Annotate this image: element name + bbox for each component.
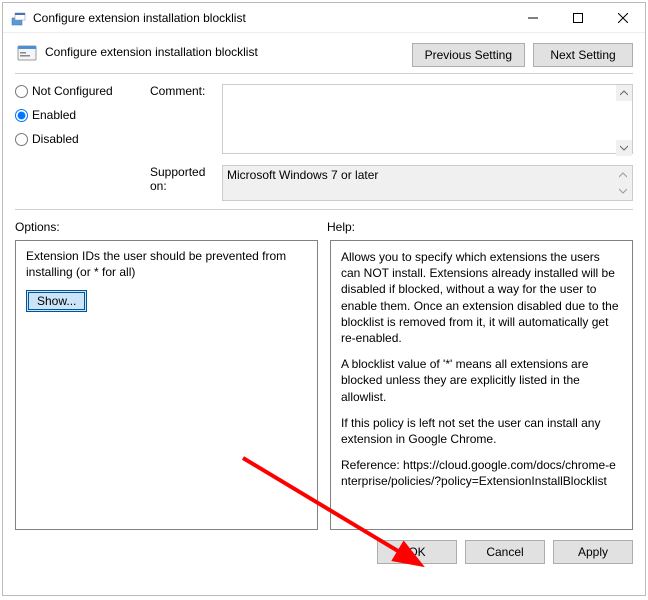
header-title: Configure extension installation blockli… [45,41,412,59]
comment-scroll-down[interactable] [616,140,632,156]
radio-not-configured[interactable]: Not Configured [15,84,150,98]
footer: OK Cancel Apply [3,530,645,564]
content-area: Configure extension installation blockli… [3,33,645,210]
separator-2 [15,209,633,210]
cancel-button[interactable]: Cancel [465,540,545,564]
window-title: Configure extension installation blockli… [33,11,510,25]
maximize-button[interactable] [555,3,600,33]
policy-icon [15,41,39,65]
help-label: Help: [327,220,355,234]
config-radios: Not Configured Enabled Disabled [15,84,150,146]
supported-scroll-up[interactable] [615,167,631,183]
radio-enabled-input[interactable] [15,109,28,122]
radio-not-configured-label: Not Configured [32,84,113,98]
dialog-window: Configure extension installation blockli… [2,2,646,596]
ok-button[interactable]: OK [377,540,457,564]
panel-labels: Options: Help: [15,220,633,234]
app-icon [11,10,27,26]
options-description: Extension IDs the user should be prevent… [26,249,307,280]
panels: Extension IDs the user should be prevent… [15,240,633,530]
supported-scroll-down[interactable] [615,183,631,199]
apply-button[interactable]: Apply [553,540,633,564]
config-row: Not Configured Enabled Disabled Comment: [15,84,633,157]
supported-label: Supported on: [150,165,222,193]
comment-scroll-up[interactable] [616,85,632,101]
supported-value-box: Microsoft Windows 7 or later [222,165,633,201]
comment-label: Comment: [150,84,222,98]
nav-buttons: Previous Setting Next Setting [412,41,633,67]
supported-row: Supported on: Microsoft Windows 7 or lat… [15,165,633,201]
help-p2: A blocklist value of '*' means all exten… [341,356,622,405]
window-controls [510,3,645,33]
close-button[interactable] [600,3,645,33]
show-button[interactable]: Show... [26,290,87,312]
header-row: Configure extension installation blockli… [15,41,633,67]
previous-setting-button[interactable]: Previous Setting [412,43,525,67]
help-p1: Allows you to specify which extensions t… [341,249,622,346]
titlebar: Configure extension installation blockli… [3,3,645,33]
radio-enabled-label: Enabled [32,108,76,122]
help-panel: Allows you to specify which extensions t… [330,240,633,530]
radio-disabled[interactable]: Disabled [15,132,150,146]
options-panel: Extension IDs the user should be prevent… [15,240,318,530]
help-p3: If this policy is left not set the user … [341,415,622,447]
lower-area: Options: Help: Extension IDs the user sh… [3,220,645,530]
comment-textarea[interactable] [222,84,633,154]
comment-field-wrap [222,84,633,157]
radio-not-configured-input[interactable] [15,85,28,98]
radio-enabled[interactable]: Enabled [15,108,150,122]
options-label: Options: [15,220,327,234]
next-setting-button[interactable]: Next Setting [533,43,633,67]
supported-value: Microsoft Windows 7 or later [227,168,378,182]
radio-disabled-label: Disabled [32,132,79,146]
radio-disabled-input[interactable] [15,133,28,146]
minimize-button[interactable] [510,3,555,33]
help-p4: Reference: https://cloud.google.com/docs… [341,457,622,489]
separator [15,73,633,74]
